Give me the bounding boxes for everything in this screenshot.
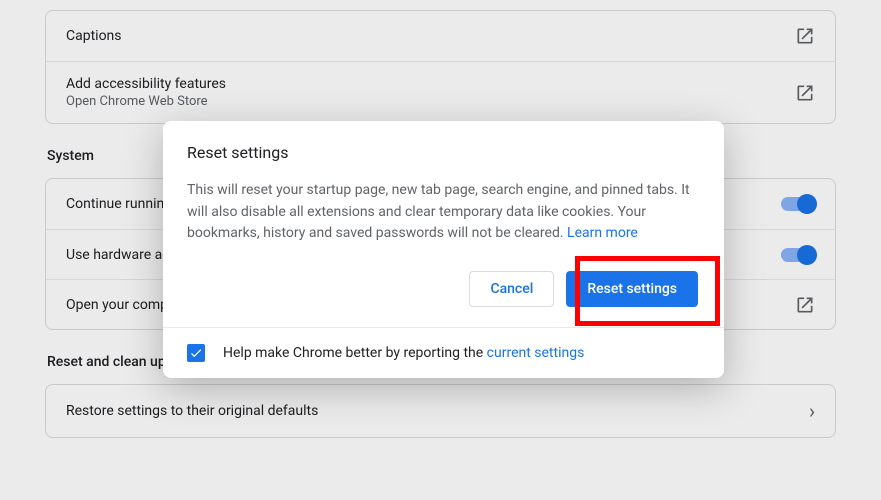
dialog-body-text: This will reset your startup page, new t… xyxy=(187,180,700,245)
current-settings-link[interactable]: current settings xyxy=(487,345,585,361)
learn-more-link[interactable]: Learn more xyxy=(567,225,638,241)
reset-settings-dialog: Reset settings This will reset your star… xyxy=(163,121,724,378)
check-icon xyxy=(189,346,203,360)
cancel-button[interactable]: Cancel xyxy=(469,271,554,307)
reset-settings-button[interactable]: Reset settings xyxy=(566,271,698,307)
report-settings-checkbox[interactable] xyxy=(187,344,205,362)
dialog-footer: Help make Chrome better by reporting the… xyxy=(163,327,724,378)
dialog-footer-pre: Help make Chrome better by reporting the xyxy=(223,345,487,361)
dialog-title: Reset settings xyxy=(187,143,700,162)
dialog-footer-text: Help make Chrome better by reporting the… xyxy=(223,345,584,361)
